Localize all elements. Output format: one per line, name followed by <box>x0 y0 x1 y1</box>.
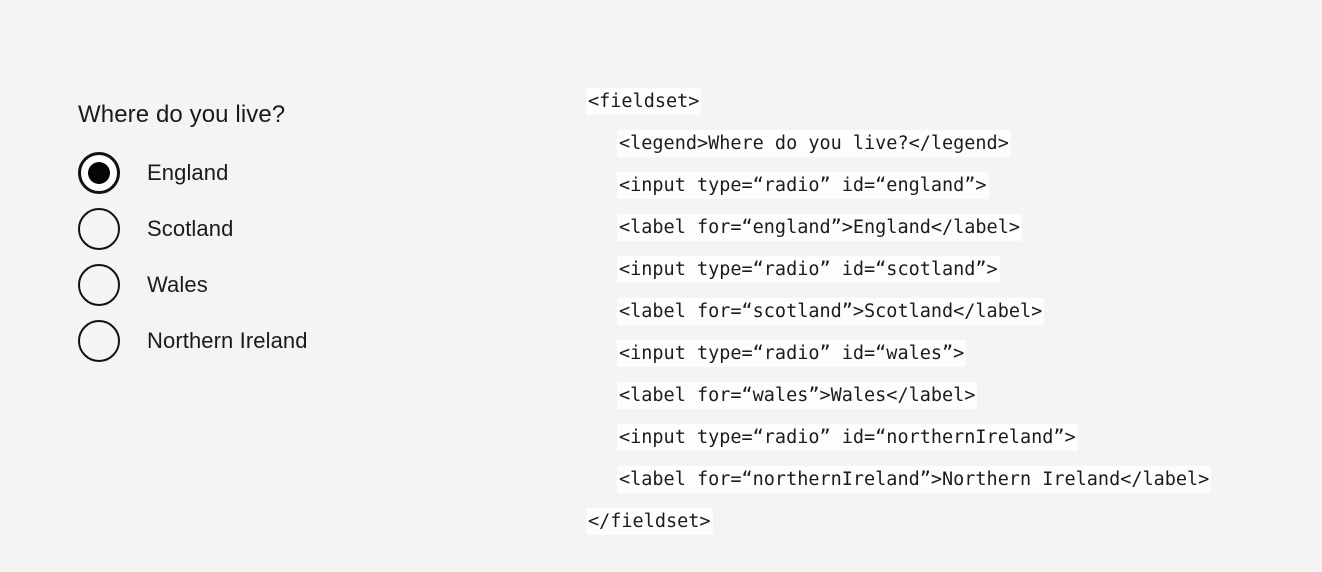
code-line: <label for=“wales”>Wales</label> <box>586 375 1211 417</box>
code-line: <fieldset> <box>586 81 1211 123</box>
radio-button-icon-northernIreland[interactable] <box>78 320 120 362</box>
radio-option-northernIreland[interactable]: Northern Ireland <box>78 320 518 362</box>
code-line: <input type=“radio” id=“northernIreland”… <box>586 417 1211 459</box>
code-line-text: </fieldset> <box>586 508 713 535</box>
code-line: <label for=“scotland”>Scotland</label> <box>586 291 1211 333</box>
code-line: <input type=“radio” id=“scotland”> <box>586 249 1211 291</box>
radio-option-label[interactable]: Northern Ireland <box>147 328 308 354</box>
code-line: <label for=“northernIreland”>Northern Ir… <box>586 459 1212 501</box>
code-line: <input type=“radio” id=“england”> <box>586 165 1211 207</box>
radio-option-label[interactable]: Wales <box>147 272 208 298</box>
radio-group-legend: Where do you live? <box>78 101 286 128</box>
code-line-text: <label for=“scotland”>Scotland</label> <box>617 298 1045 325</box>
code-line-text: <label for=“northernIreland”>Northern Ir… <box>617 466 1212 493</box>
code-line: <label for=“england”>England</label> <box>586 207 1211 249</box>
radio-option-label[interactable]: Scotland <box>147 216 233 242</box>
radio-button-icon-england[interactable] <box>78 152 120 194</box>
code-line-text: <input type=“radio” id=“wales”> <box>617 340 967 367</box>
radio-option-label[interactable]: England <box>147 160 228 186</box>
code-line: <input type=“radio” id=“wales”> <box>586 333 1211 375</box>
code-line-text: <input type=“radio” id=“scotland”> <box>617 256 1000 283</box>
code-line-text: <label for=“wales”>Wales</label> <box>617 382 978 409</box>
code-line-text: <fieldset> <box>586 88 702 115</box>
radio-option-wales[interactable]: Wales <box>78 264 518 306</box>
code-listing: <fieldset> <legend>Where do you live?</le… <box>586 81 1212 543</box>
code-line-text: <label for=“england”>England</label> <box>617 214 1022 241</box>
radio-option-england[interactable]: England <box>78 152 518 194</box>
radio-button-icon-wales[interactable] <box>78 264 120 306</box>
code-line-text: <input type=“radio” id=“england”> <box>617 172 989 199</box>
page-root: Where do you live? England Scotland Wales N… <box>0 0 1322 572</box>
radio-option-scotland[interactable]: Scotland <box>78 208 518 250</box>
code-line-text: <legend>Where do you live?</legend> <box>617 130 1011 157</box>
code-line: </fieldset> <box>586 501 1211 543</box>
code-line-text: <input type=“radio” id=“northernIreland”… <box>617 424 1078 451</box>
code-line: <legend>Where do you live?</legend> <box>586 123 1211 165</box>
radio-button-icon-scotland[interactable] <box>78 208 120 250</box>
radio-option-list: England Scotland Wales Northern Ireland <box>78 152 518 362</box>
radio-group-preview: Where do you live? England Scotland Wales N… <box>78 100 518 362</box>
